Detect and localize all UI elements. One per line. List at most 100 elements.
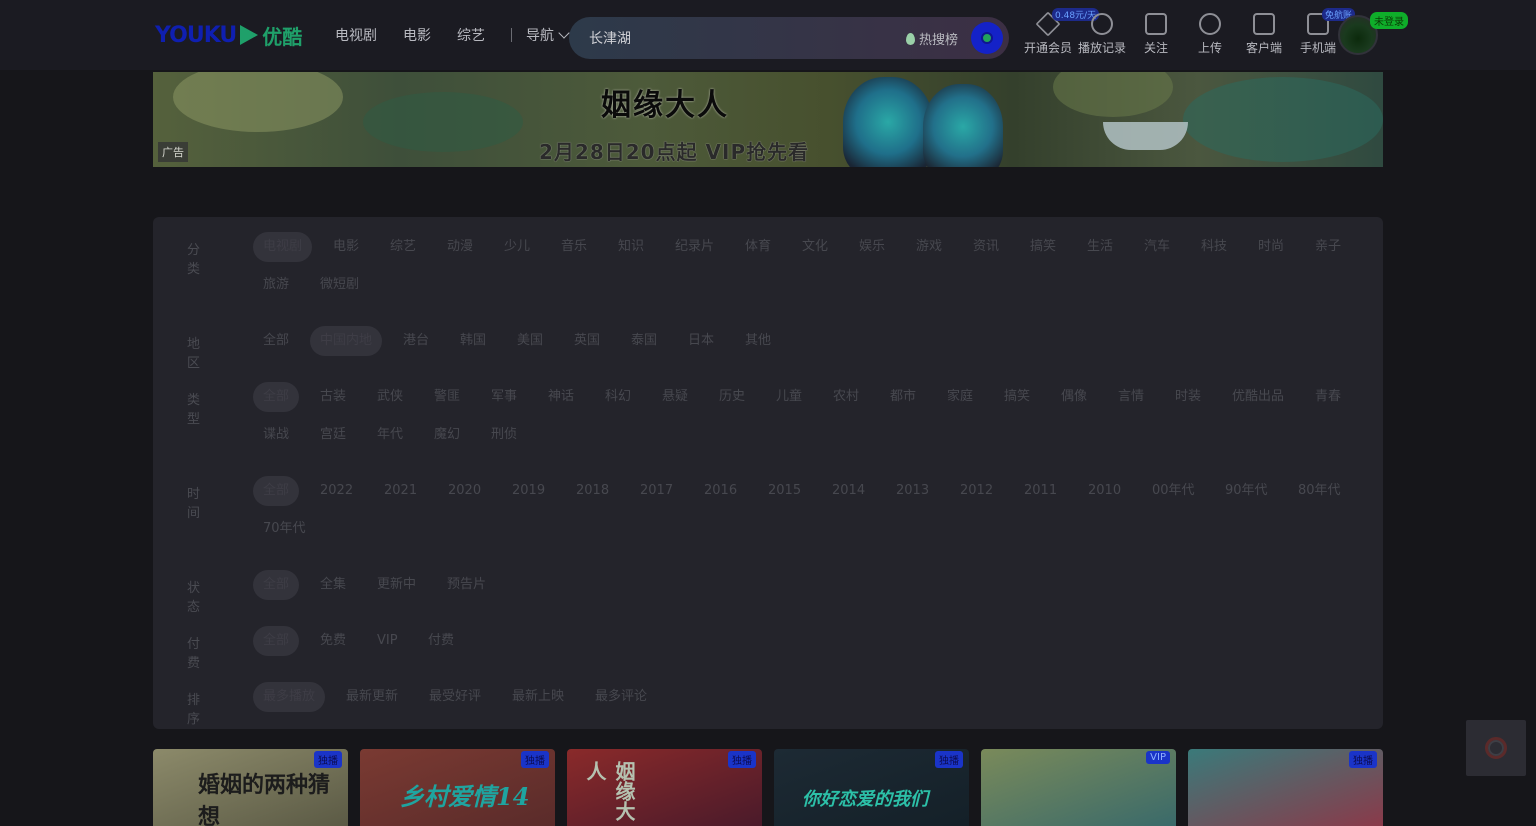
filter-option[interactable]: 泰国 — [621, 326, 667, 356]
filter-option[interactable]: 言情 — [1108, 382, 1154, 412]
filter-option[interactable]: 2016 — [694, 476, 747, 506]
filter-option[interactable]: 纪录片 — [665, 232, 724, 262]
hot-search-link[interactable]: 热搜榜 — [906, 29, 958, 48]
filter-option[interactable]: 最多评论 — [585, 682, 657, 712]
filter-option[interactable]: 美国 — [507, 326, 553, 356]
filter-option[interactable]: 2021 — [374, 476, 427, 506]
filter-option[interactable]: 英国 — [564, 326, 610, 356]
filter-option[interactable]: 时装 — [1165, 382, 1211, 412]
filter-option[interactable]: 韩国 — [450, 326, 496, 356]
filter-option[interactable]: 80年代 — [1288, 476, 1351, 506]
filter-option[interactable]: 最新更新 — [336, 682, 408, 712]
filter-option[interactable]: 更新中 — [367, 570, 426, 600]
filter-option[interactable]: 2022 — [310, 476, 363, 506]
filter-option[interactable]: 儿童 — [766, 382, 812, 412]
filter-option[interactable]: 免费 — [310, 626, 356, 656]
vip-button[interactable]: 开通会员 0.48元/天 — [1022, 8, 1100, 56]
filter-option[interactable]: 体育 — [735, 232, 781, 262]
filter-option[interactable]: 少儿 — [494, 232, 540, 262]
search-input[interactable] — [589, 27, 889, 49]
history-button[interactable]: 播放记录 — [1076, 10, 1128, 56]
filter-option[interactable]: 文化 — [792, 232, 838, 262]
filter-option[interactable]: 2017 — [630, 476, 683, 506]
filter-option[interactable]: 综艺 — [380, 232, 426, 262]
filter-option[interactable]: 最多播放 — [253, 682, 326, 712]
filter-option[interactable]: 付费 — [418, 626, 464, 656]
filter-option[interactable]: 娱乐 — [849, 232, 895, 262]
filter-option[interactable]: 知识 — [608, 232, 654, 262]
show-card[interactable]: 乡村爱情14 独播 — [360, 749, 555, 826]
nav-item-variety[interactable]: 综艺 — [457, 25, 485, 45]
show-card[interactable]: 你好恋爱的我们 独播 — [774, 749, 969, 826]
show-card[interactable]: 婚姻的两种猜想 独播 — [153, 749, 348, 826]
nav-item-movie[interactable]: 电影 — [403, 25, 431, 45]
filter-option[interactable]: 家庭 — [937, 382, 983, 412]
filter-option[interactable]: 武侠 — [367, 382, 413, 412]
filter-option[interactable]: 最受好评 — [419, 682, 491, 712]
filter-option[interactable]: 2020 — [438, 476, 491, 506]
filter-option[interactable]: 70年代 — [253, 514, 316, 544]
youku-logo[interactable]: YOUKU 优酷 — [155, 20, 302, 50]
filter-option[interactable]: 2015 — [758, 476, 811, 506]
nav-more-menu[interactable]: 导航 — [526, 25, 570, 45]
filter-option[interactable]: 动漫 — [437, 232, 483, 262]
filter-option[interactable]: 其他 — [735, 326, 781, 356]
filter-option[interactable]: 旅游 — [253, 270, 299, 300]
filter-option[interactable]: 亲子 — [1305, 232, 1351, 262]
filter-option[interactable]: 00年代 — [1142, 476, 1205, 506]
upload-button[interactable]: 上传 — [1184, 10, 1236, 56]
filter-option[interactable]: 2018 — [566, 476, 619, 506]
filter-option[interactable]: 电影 — [323, 232, 369, 262]
filter-option[interactable]: 游戏 — [906, 232, 952, 262]
filter-option[interactable]: 时尚 — [1248, 232, 1294, 262]
filter-option[interactable]: 全部 — [253, 476, 300, 506]
filter-option[interactable]: 预告片 — [437, 570, 496, 600]
filter-option[interactable]: 科幻 — [595, 382, 641, 412]
search-button[interactable] — [971, 22, 1003, 54]
filter-option[interactable]: 全部 — [253, 570, 300, 600]
filter-option[interactable]: 搞笑 — [994, 382, 1040, 412]
filter-option[interactable]: 悬疑 — [652, 382, 698, 412]
filter-option[interactable]: 资讯 — [963, 232, 1009, 262]
filter-option[interactable]: 汽车 — [1134, 232, 1180, 262]
filter-option[interactable]: 最新上映 — [502, 682, 574, 712]
filter-option[interactable]: 军事 — [481, 382, 527, 412]
filter-option[interactable]: 全部 — [253, 382, 300, 412]
nav-item-tv[interactable]: 电视剧 — [335, 25, 377, 45]
filter-option[interactable]: 青春 — [1305, 382, 1351, 412]
filter-option[interactable]: 警匪 — [424, 382, 470, 412]
filter-option[interactable]: 90年代 — [1215, 476, 1278, 506]
filter-option[interactable]: 港台 — [393, 326, 439, 356]
filter-option[interactable]: 音乐 — [551, 232, 597, 262]
ad-banner[interactable]: 姻缘大人 2月28日20点起 VIP抢先看 广告 — [153, 72, 1383, 167]
filter-option[interactable]: 科技 — [1191, 232, 1237, 262]
filter-option[interactable]: 2012 — [950, 476, 1003, 506]
show-card[interactable]: VIP — [981, 749, 1176, 826]
filter-option[interactable]: 优酷出品 — [1222, 382, 1294, 412]
client-button[interactable]: 客户端 — [1238, 10, 1290, 56]
filter-option[interactable]: 刑侦 — [481, 420, 527, 450]
show-card[interactable]: 独播 — [1188, 749, 1383, 826]
filter-option[interactable]: 偶像 — [1051, 382, 1097, 412]
filter-option[interactable]: 2019 — [502, 476, 555, 506]
filter-option[interactable]: 中国内地 — [310, 326, 383, 356]
filter-option[interactable]: 日本 — [678, 326, 724, 356]
filter-option[interactable]: 微短剧 — [310, 270, 369, 300]
filter-option[interactable]: 全部 — [253, 626, 300, 656]
mobile-button[interactable]: 手机端 免航账 — [1292, 8, 1356, 56]
filter-option[interactable]: 神话 — [538, 382, 584, 412]
filter-option[interactable]: 2011 — [1014, 476, 1067, 506]
feedback-float-button[interactable] — [1466, 720, 1526, 776]
filter-option[interactable]: VIP — [367, 626, 408, 656]
show-card[interactable]: 姻缘大人 独播 — [567, 749, 762, 826]
filter-option[interactable]: 谍战 — [253, 420, 299, 450]
filter-option[interactable]: 电视剧 — [253, 232, 313, 262]
follow-button[interactable]: 关注 — [1130, 10, 1182, 56]
avatar[interactable]: 未登录 — [1338, 12, 1408, 55]
filter-option[interactable]: 2010 — [1078, 476, 1131, 506]
filter-option[interactable]: 农村 — [823, 382, 869, 412]
filter-option[interactable]: 2014 — [822, 476, 875, 506]
filter-option[interactable]: 全部 — [253, 326, 299, 356]
filter-option[interactable]: 古装 — [310, 382, 356, 412]
filter-option[interactable]: 都市 — [880, 382, 926, 412]
